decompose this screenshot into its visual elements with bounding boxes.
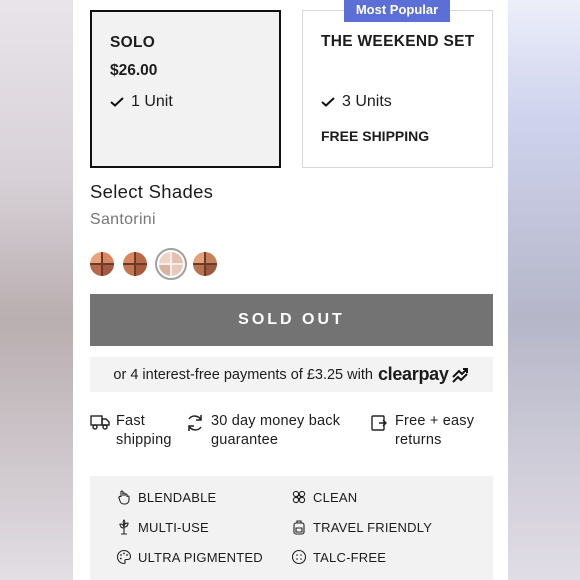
perk-fast-shipping: Fast shipping: [116, 412, 172, 450]
shade-swatch[interactable]: [123, 252, 147, 276]
clearpay-text: or 4 interest-free payments of £3.25 wit…: [113, 366, 373, 383]
feature-label: CLEAN: [313, 489, 358, 505]
feature-travel-friendly: TRAVEL FRIENDLY: [291, 519, 432, 535]
shade-swatch[interactable]: [159, 252, 183, 276]
feature-clean: CLEAN: [291, 489, 357, 505]
swatch-quadrant: [171, 264, 183, 276]
plan-card-solo[interactable]: SOLO $26.00 1 Unit: [90, 10, 281, 168]
swatch-divider: [134, 252, 136, 276]
swatch-divider: [170, 252, 172, 276]
refresh-icon: [188, 415, 202, 431]
perk-line: Fast: [116, 413, 145, 429]
check-icon: [110, 97, 124, 107]
background-left: [0, 0, 73, 580]
feature-talc-free: TALC-FREE: [291, 549, 386, 565]
clearpay-logo: clearpay: [378, 364, 470, 385]
background-right: [508, 0, 580, 580]
perk-line: returns: [395, 432, 442, 448]
perk-line: shipping: [116, 432, 172, 448]
backpack-icon: [293, 520, 305, 535]
perk-line: 30 day money back: [211, 413, 341, 429]
check-icon: [321, 97, 335, 107]
plan-title: SOLO: [110, 34, 156, 51]
plan-units: 3 Units: [321, 93, 392, 111]
clearpay-arrows-icon: [451, 367, 468, 383]
selected-shade-name: Santorini: [90, 211, 156, 228]
plan-units-label: 1 Unit: [131, 93, 173, 110]
perk-line: Free + easy: [395, 413, 475, 429]
swatch-quadrant: [102, 264, 114, 276]
feature-label: MULTI-USE: [138, 519, 209, 535]
shade-swatch[interactable]: [193, 252, 217, 276]
hand-icon: [118, 490, 130, 505]
perk-free-returns: Free + easy returns: [395, 412, 474, 450]
plan-card-weekend-set[interactable]: THE WEEKEND SET 3 Units FREE SHIPPING: [302, 10, 493, 168]
plant-icon: [119, 519, 129, 535]
free-shipping-label: FREE SHIPPING: [321, 128, 430, 144]
return-box-icon: [371, 415, 387, 431]
plan-price: $26.00: [110, 62, 158, 79]
clearpay-brand: clearpay: [377, 364, 449, 384]
shade-swatch[interactable]: [90, 252, 114, 276]
feature-ultra-pigmented: ULTRA PIGMENTED: [116, 549, 263, 565]
perk-line: guarantee: [211, 432, 279, 448]
most-popular-badge: Most Popular: [344, 0, 450, 22]
truck-icon: [90, 415, 110, 430]
plan-units: 1 Unit: [110, 93, 173, 111]
palette-icon: [116, 549, 132, 565]
feature-multi-use: MULTI-USE: [116, 519, 209, 535]
clearpay-banner[interactable]: or 4 interest-free payments of £3.25 wit…: [90, 357, 493, 392]
product-panel: SOLO $26.00 1 Unit THE WEEKEND SET 3 Uni…: [73, 0, 508, 580]
swatch-quadrant: [205, 264, 217, 276]
sold-out-button[interactable]: SOLD OUT: [90, 294, 493, 346]
feature-blendable: BLENDABLE: [116, 489, 216, 505]
select-shades-heading: Select Shades: [90, 181, 214, 202]
powder-icon: [291, 549, 307, 565]
feature-label: TRAVEL FRIENDLY: [313, 519, 433, 535]
swatch-divider: [204, 252, 206, 276]
flower-icon: [292, 490, 306, 504]
feature-label: TALC-FREE: [313, 549, 387, 565]
feature-label: BLENDABLE: [138, 489, 217, 505]
perk-money-back: 30 day money back guarantee: [211, 412, 340, 450]
plan-units-label: 3 Units: [342, 93, 392, 110]
swatch-quadrant: [135, 264, 147, 276]
feature-label: ULTRA PIGMENTED: [138, 549, 263, 565]
features-box: BLENDABLE CLEAN MULTI-USE TRAVEL FRIENDL…: [90, 476, 493, 580]
swatch-divider: [101, 252, 103, 276]
plan-title: THE WEEKEND SET: [321, 33, 475, 50]
